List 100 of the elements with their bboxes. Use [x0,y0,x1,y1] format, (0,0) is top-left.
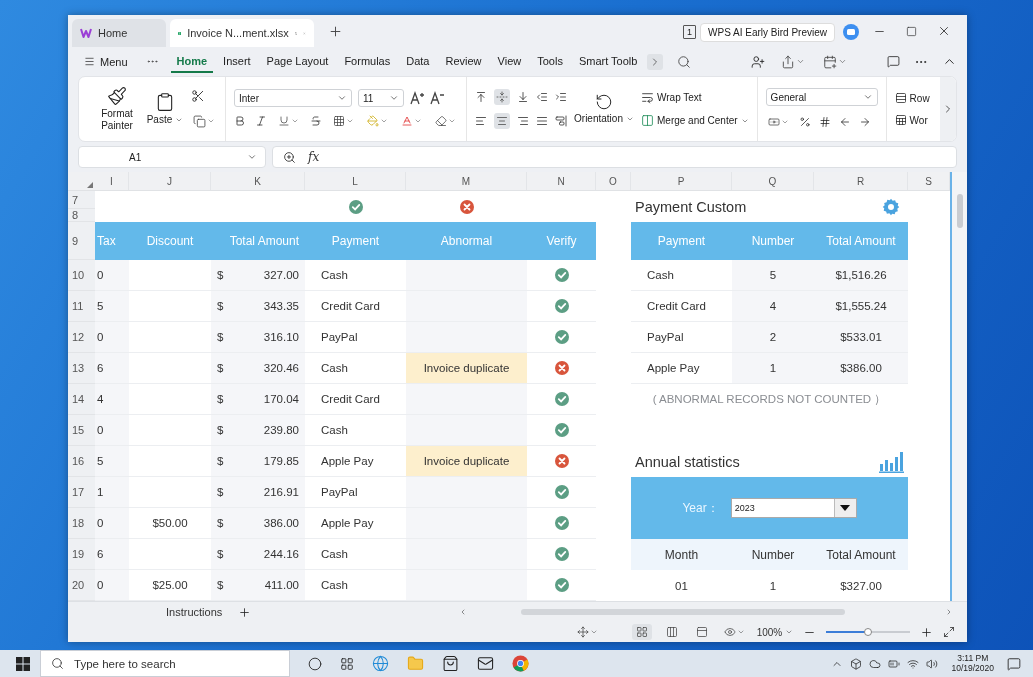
column-header[interactable]: M [406,172,527,190]
comment-icon[interactable] [887,55,900,68]
zoom-in-icon[interactable] [920,625,933,639]
ribbon-tab[interactable]: Formulas [338,50,397,73]
rotate-icon [595,93,613,111]
ribbon-tab[interactable]: Review [439,50,488,73]
align-top-icon[interactable] [475,91,487,103]
ribbon-tab[interactable]: Home [170,50,214,73]
notification-icon[interactable] [1007,656,1021,671]
chat-icon[interactable] [843,24,859,40]
cloud-icon[interactable] [869,657,882,670]
justify-icon[interactable] [536,115,548,127]
zoom-slider-thumb[interactable] [864,628,872,636]
align-bottom-icon[interactable] [517,91,529,103]
format-painter-button[interactable]: Format Painter [95,86,139,132]
row-header[interactable]: 15 [68,415,95,446]
view-button[interactable] [631,624,652,640]
align-center-icon[interactable] [496,115,508,127]
ribbon-tab[interactable]: View [491,50,528,73]
search-icon[interactable] [677,54,692,69]
column-header[interactable]: L [305,172,406,190]
wifi-icon[interactable] [907,657,920,670]
strikethrough-icon[interactable] [310,115,322,127]
column-header[interactable]: R [814,172,908,190]
column-header[interactable]: O [596,172,631,190]
mail-icon[interactable] [477,655,494,672]
fullscreen-icon[interactable] [943,626,955,638]
orientation-button[interactable]: Orientation [573,93,635,125]
number-format-select[interactable]: General [765,88,878,106]
column-header[interactable]: P [631,172,732,190]
select-all-icon[interactable] [87,182,93,188]
document-tab[interactable]: Home [72,19,166,47]
column-header[interactable]: J [129,172,211,190]
user-add-icon[interactable] [751,54,765,69]
add-sheet-icon[interactable] [238,605,252,619]
font-select[interactable]: Inter [234,89,352,107]
row-header[interactable]: 19 [68,539,95,570]
percent-icon[interactable] [798,116,811,128]
merge-button[interactable]: Merge and Center [641,114,749,127]
close-icon[interactable] [937,24,951,38]
ai-preview-button[interactable]: WPS AI Early Bird Preview [700,23,835,42]
row-header[interactable]: 20 [68,570,95,601]
align-middle-icon[interactable] [496,91,508,103]
row-header[interactable]: 13 [68,353,95,384]
worksheet-button[interactable]: Wor [894,114,928,126]
row-header[interactable]: 11 [68,291,95,322]
wrap-text-button[interactable]: Wrap Text [641,91,702,104]
row-header[interactable]: 9 [68,222,95,260]
table-cell: 4 [732,291,814,322]
ribbon-tab[interactable]: Insert [217,50,257,73]
maximize-icon[interactable] [906,25,917,37]
menu-button[interactable]: Menu [78,55,134,68]
column-header[interactable]: I [95,172,129,190]
gear-icon[interactable] [882,197,900,216]
row-header[interactable]: 18 [68,508,95,539]
taskbar-search-field[interactable]: Type here to search [40,650,290,677]
row-header[interactable]: 17 [68,477,95,508]
box-icon[interactable] [850,657,863,670]
row-header[interactable]: 16 [68,446,95,477]
rows-button[interactable]: Row [894,92,930,104]
bold-icon[interactable] [234,115,246,127]
grow-font-icon[interactable] [410,91,424,105]
align-right-icon[interactable] [517,115,529,127]
ribbon-tab[interactable]: Smart Toolb [572,50,644,73]
ribbon-tab[interactable]: Tools [531,50,569,73]
shrink-font-icon[interactable] [430,91,444,105]
clock[interactable]: 3:11 PM 10/19/2020 [951,653,994,674]
volume-icon[interactable] [926,657,939,670]
font-size-select[interactable]: 11 [358,89,404,107]
scissors-icon[interactable] [191,88,205,103]
row-header[interactable]: 14 [68,384,95,415]
circle-icon[interactable] [308,656,322,671]
row-header[interactable]: 8 [68,209,95,222]
column-header[interactable]: K [211,172,305,190]
name-box[interactable]: A1 [78,146,266,168]
sheet-tab[interactable]: Instructions [158,604,231,620]
table-cell: $ 343.35 [211,291,305,322]
browser-icon[interactable] [512,655,529,672]
column-header[interactable]: N [527,172,596,190]
align-left-icon[interactable] [475,115,487,127]
indent-increase-icon[interactable] [555,91,567,103]
column-header[interactable]: Q [732,172,814,190]
row-header[interactable]: 12 [68,322,95,353]
bag-icon[interactable] [442,655,459,672]
ribbon-tab[interactable]: Data [400,50,436,73]
formula-field[interactable]: fx [272,146,957,168]
task-view-icon[interactable] [340,656,354,671]
italic-icon[interactable] [255,115,267,127]
row-header[interactable]: 10 [68,260,95,291]
indent-decrease-icon[interactable] [536,91,548,103]
globe-icon[interactable] [372,655,389,672]
window-count[interactable]: 1 [683,25,697,39]
ribbon-tab[interactable]: Page Layout [260,50,335,73]
paste-button[interactable]: Paste [145,92,185,126]
bar-chart-icon[interactable] [879,450,904,473]
zoom-select[interactable]: 100% [756,626,793,638]
vertical-scrollbar[interactable] [950,172,967,601]
battery-icon[interactable] [888,657,901,670]
year-select[interactable]: 2023 [730,498,857,518]
row-header[interactable]: 7 [68,191,95,209]
